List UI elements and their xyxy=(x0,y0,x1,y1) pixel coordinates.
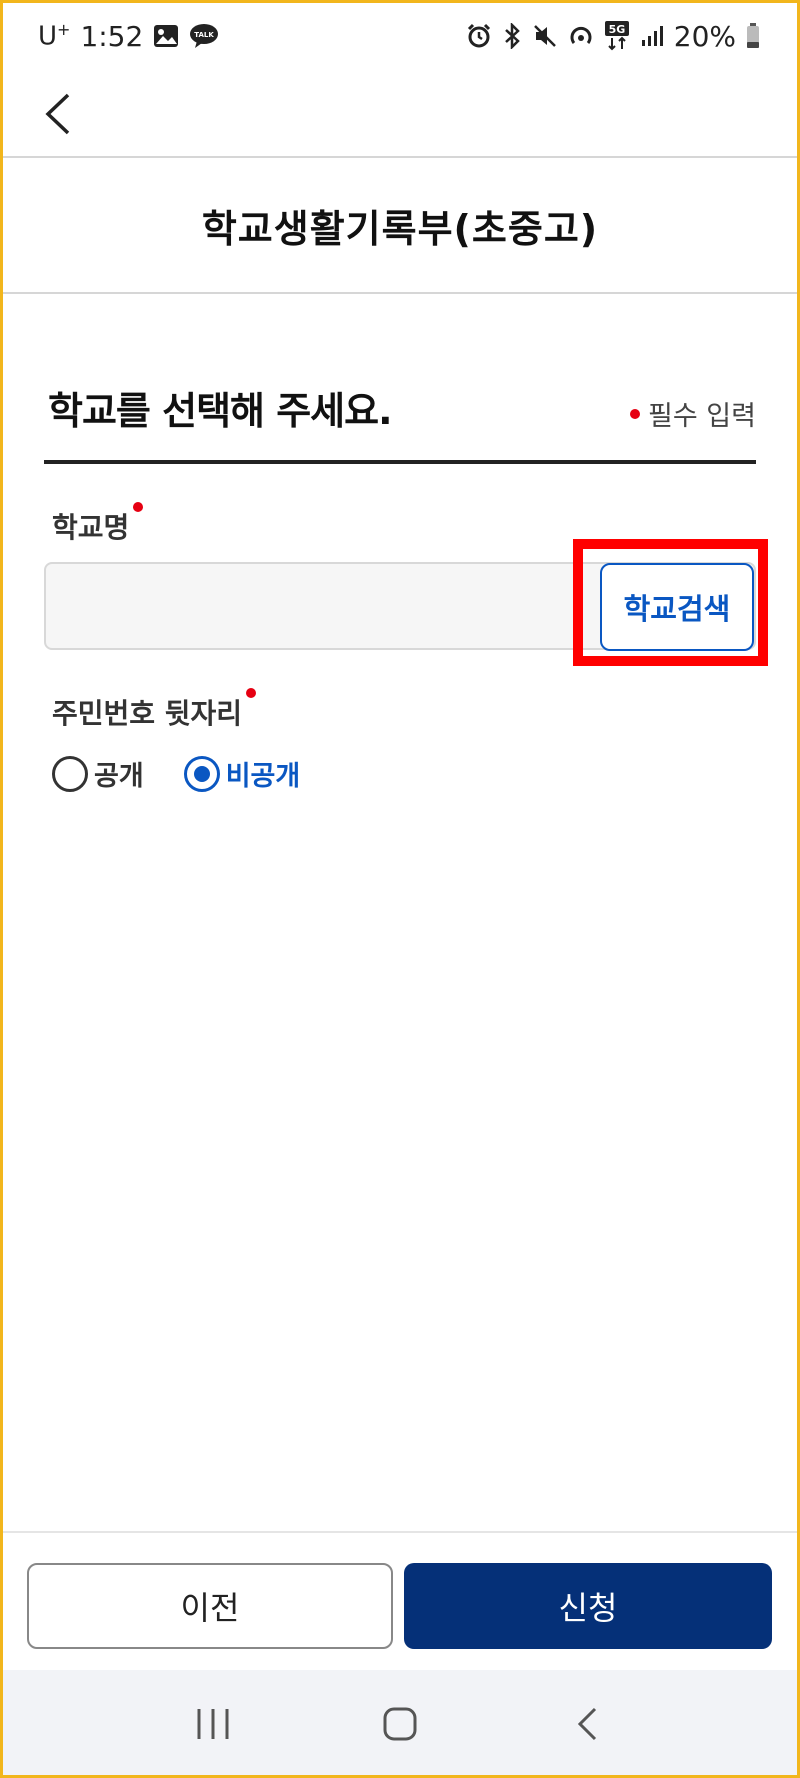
mute-icon xyxy=(532,23,558,49)
required-dot-icon xyxy=(630,408,641,419)
5g-icon: 5G xyxy=(604,21,630,51)
bottom-action-bar: 이전 신청 xyxy=(0,1531,800,1670)
home-button[interactable] xyxy=(360,1694,440,1754)
id-number-label: 주민번호 뒷자리 xyxy=(52,688,257,732)
recent-apps-icon xyxy=(197,1709,229,1739)
carrier-label: U+ xyxy=(38,20,71,52)
title-bar: 학교생활기록부(초중고) xyxy=(0,158,800,294)
status-bar: U+ 1:52 TALK 5G 20% xyxy=(0,0,800,72)
school-name-label: 학교명 xyxy=(52,502,144,546)
gallery-icon xyxy=(153,24,179,48)
hotspot-icon xyxy=(568,23,594,49)
page-title: 학교생활기록부(초중고) xyxy=(201,206,599,251)
id-number-label-text: 주민번호 뒷자리 xyxy=(52,697,243,730)
required-note-label: 필수 입력 xyxy=(648,401,756,432)
disclosure-radio-group: 공개 비공개 xyxy=(52,754,300,793)
section-title: 학교를 선택해 주세요. xyxy=(48,389,393,433)
signal-icon xyxy=(640,24,664,48)
radio-private[interactable]: 비공개 xyxy=(183,754,301,793)
bluetooth-icon xyxy=(502,23,522,49)
svg-text:5G: 5G xyxy=(608,23,625,36)
kakaotalk-icon: TALK xyxy=(189,23,219,49)
chevron-left-icon xyxy=(45,93,70,135)
status-right: 5G 20% xyxy=(466,20,760,53)
radio-checked-icon xyxy=(183,755,220,792)
clock: 1:52 xyxy=(80,19,144,53)
recent-apps-button[interactable] xyxy=(173,1694,253,1754)
app-bar xyxy=(0,72,800,158)
radio-public-label: 공개 xyxy=(94,761,144,792)
system-nav-bar xyxy=(0,1670,800,1778)
back-button[interactable] xyxy=(30,86,86,142)
svg-text:TALK: TALK xyxy=(195,31,215,39)
school-search-button[interactable]: 학교검색 xyxy=(600,563,754,651)
nav-back-button[interactable] xyxy=(547,1694,627,1754)
apply-button[interactable]: 신청 xyxy=(404,1563,772,1649)
radio-public[interactable]: 공개 xyxy=(52,754,144,793)
battery-percent: 20% xyxy=(673,19,736,53)
prev-button[interactable]: 이전 xyxy=(27,1563,393,1649)
radio-unchecked-icon xyxy=(52,755,88,792)
school-name-label-text: 학교명 xyxy=(52,511,130,544)
required-dot-icon xyxy=(133,502,144,512)
home-icon xyxy=(383,1707,417,1741)
status-left: U+ 1:52 TALK xyxy=(38,20,219,53)
required-dot-icon xyxy=(246,688,257,698)
back-arrow-icon xyxy=(577,1707,596,1741)
battery-icon xyxy=(746,23,760,49)
section-header: 학교를 선택해 주세요. 필수 입력 xyxy=(44,380,756,464)
radio-private-label: 비공개 xyxy=(225,761,301,792)
required-note: 필수 입력 xyxy=(630,394,756,433)
alarm-icon xyxy=(466,23,492,49)
